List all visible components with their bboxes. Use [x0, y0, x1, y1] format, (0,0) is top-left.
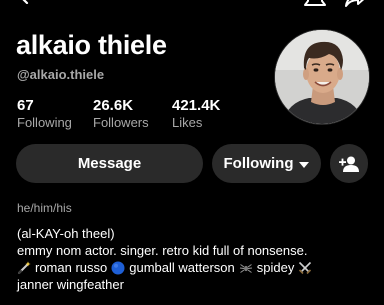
- likes-count: 421.4K: [172, 97, 221, 114]
- blue-circle-emoji-icon: [111, 261, 125, 274]
- followers-count: 26.6K: [93, 97, 134, 114]
- display-name: alkaio thiele: [16, 30, 167, 60]
- username: @alkaio.thiele: [17, 67, 105, 82]
- spider-emoji-icon: [239, 263, 252, 273]
- bell-icon[interactable]: [304, 0, 326, 8]
- avatar-image: [275, 30, 369, 124]
- avatar[interactable]: [274, 29, 370, 125]
- share-icon[interactable]: [344, 0, 368, 8]
- following-label: Following: [17, 115, 72, 130]
- message-button-label: Message: [77, 155, 142, 172]
- caret-down-icon: [299, 161, 310, 168]
- stat-likes[interactable]: 421.4K Likes: [172, 97, 220, 130]
- top-bar: [0, 0, 384, 8]
- stat-following[interactable]: 67 Following: [17, 97, 72, 130]
- character-roman-russo: roman russo: [35, 260, 108, 275]
- message-button[interactable]: Message: [16, 144, 203, 183]
- add-friend-button[interactable]: [330, 144, 368, 183]
- followers-label: Followers: [93, 115, 149, 130]
- character-spidey: spidey: [256, 260, 295, 275]
- magic-wand-emoji-icon: [18, 261, 31, 274]
- bio-line: janner wingfeather: [17, 277, 124, 292]
- crossed-swords-emoji-icon: [299, 261, 312, 274]
- back-arrow-icon[interactable]: [16, 0, 32, 4]
- character-gumball-watterson: gumball watterson: [129, 260, 235, 275]
- pronouns: he/him/his: [17, 201, 72, 215]
- bio-line: (al-KAY-oh theel): [17, 226, 115, 241]
- stat-followers[interactable]: 26.6K Followers: [93, 97, 149, 130]
- add-friend-icon: [339, 156, 359, 172]
- likes-label: Likes: [172, 115, 203, 130]
- following-count: 67: [17, 97, 34, 114]
- bio-line: emmy nom actor. singer. retro kid full o…: [17, 243, 308, 258]
- bio: (al-KAY-oh theel) emmy nom actor. singer…: [17, 225, 377, 293]
- following-button-label: Following: [223, 155, 294, 172]
- following-button[interactable]: Following: [212, 144, 321, 183]
- bio-line-characters: roman russo gumball watterson spidey: [17, 259, 377, 276]
